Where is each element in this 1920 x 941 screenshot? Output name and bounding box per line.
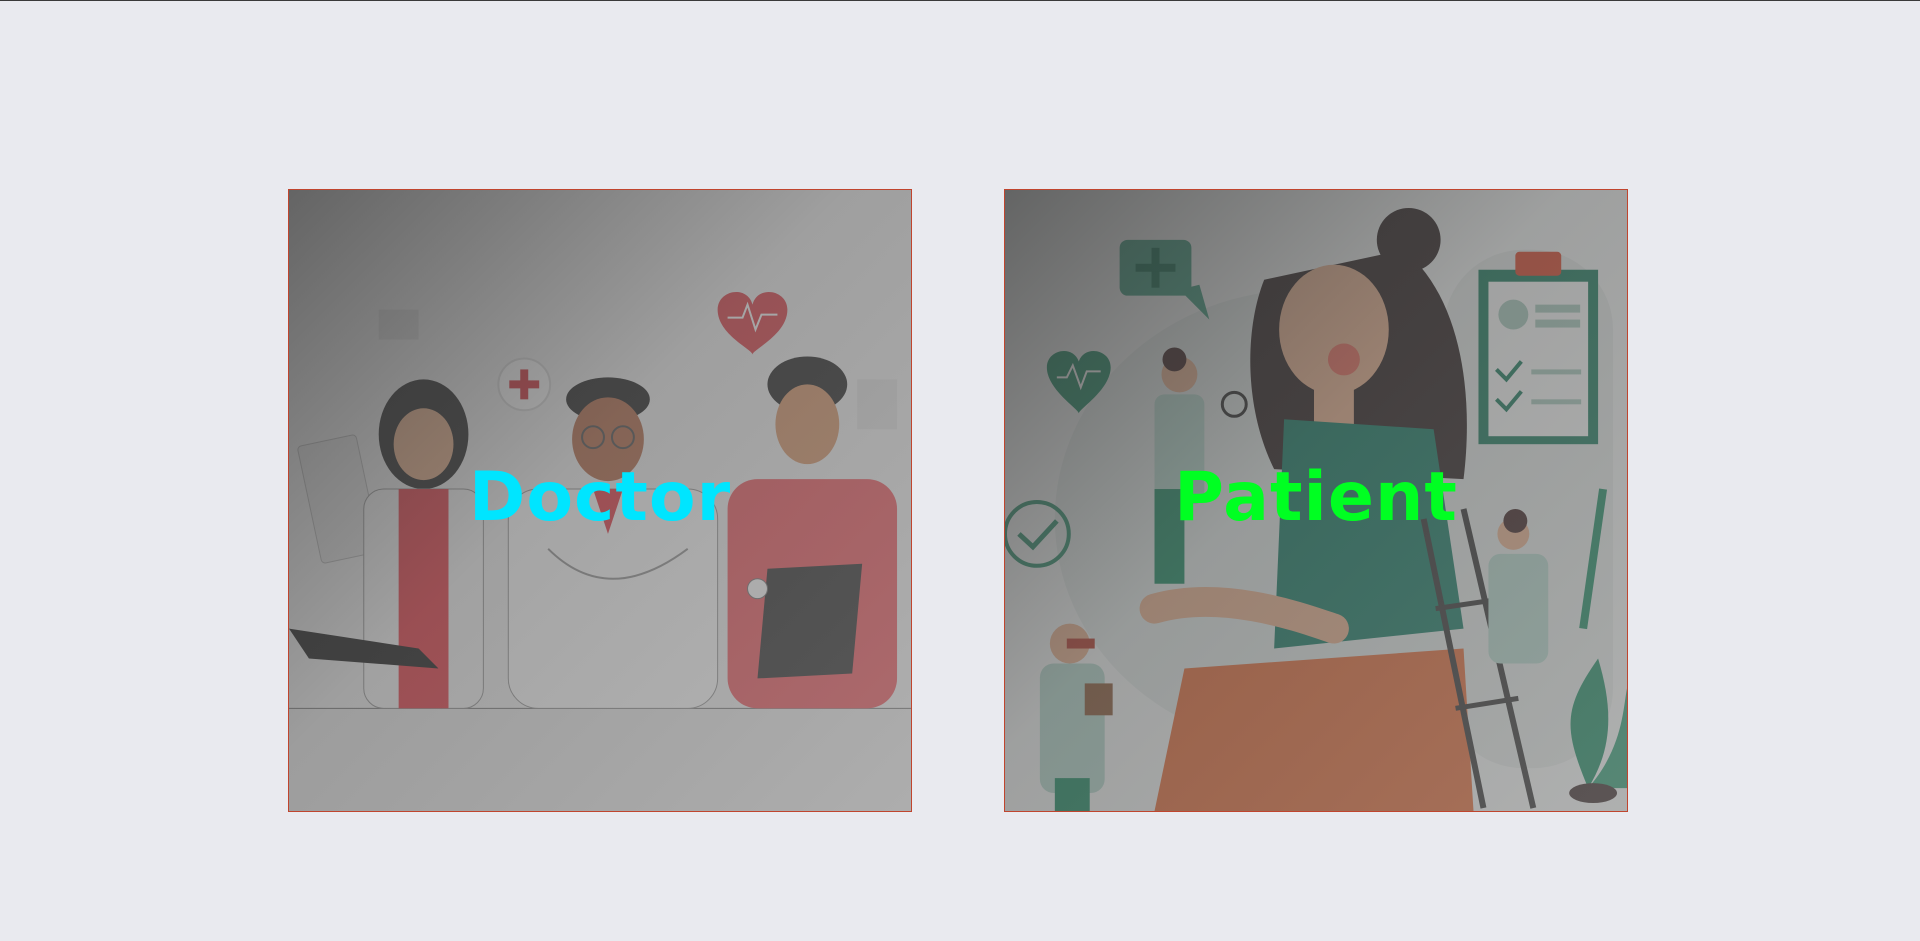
- doctor-label: Doctor: [468, 458, 732, 537]
- patient-label: Patient: [1174, 458, 1458, 537]
- patient-card[interactable]: Patient: [1004, 189, 1628, 812]
- top-border-line: [0, 0, 1920, 1]
- doctor-card[interactable]: Doctor: [288, 189, 912, 812]
